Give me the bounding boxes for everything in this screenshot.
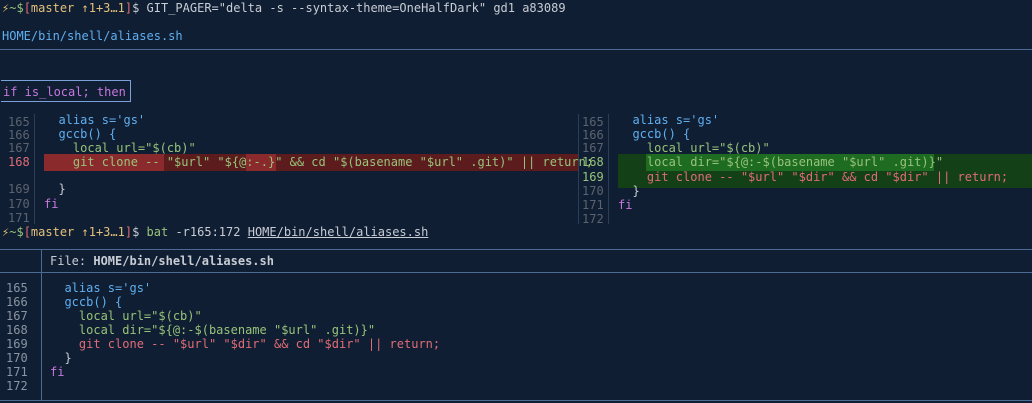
code-text: local url="$(cb)" — [50, 309, 202, 323]
code-text: local dir="${@:-$(basename "$url" .git)}… — [618, 155, 944, 169]
code-text: fi — [44, 197, 59, 211]
bat-file-header: File: HOME/bin/shell/aliases.sh — [50, 253, 274, 270]
code-text: gccb() { — [618, 127, 691, 141]
prompt-path: ~$ — [9, 225, 24, 239]
code-text: gccb() { — [50, 295, 123, 309]
code-text: git clone -- "$url" "$dir" && cd "$dir" … — [618, 170, 1009, 184]
command-name: bat — [146, 225, 169, 239]
code-text: fi — [618, 198, 633, 212]
branch-close-bracket: ] — [124, 225, 133, 239]
line-number: 172 — [6, 379, 28, 393]
prompt-path: ~$ — [9, 1, 24, 15]
bat-header-rule — [0, 272, 1032, 273]
code-text: git clone -- "$url" "$dir" && cd "$dir" … — [50, 337, 441, 351]
branch-open-bracket: [ — [23, 225, 31, 239]
code-text: } — [44, 182, 66, 196]
code-line: fi — [618, 197, 632, 214]
code-text: alias s='gs' — [618, 113, 720, 127]
code-text: local url="$(cb)" — [618, 141, 770, 155]
line-number: 168 — [8, 155, 30, 169]
bat-file-label: File: — [50, 254, 87, 268]
bat-bottom-rule — [0, 400, 1032, 401]
code-line-added: git clone -- "$url" "$dir" && cd "$dir" … — [618, 169, 1008, 186]
code-text: git clone -- "$url" "${@:-.}" && cd "$(b… — [44, 155, 594, 169]
prompt-dollar: $ — [132, 1, 147, 15]
shell-command: GIT_PAGER="delta -s --syntax-theme=OneHa… — [146, 1, 566, 15]
command-file-arg: HOME/bin/shell/aliases.sh — [247, 225, 429, 239]
file-header-rule — [0, 49, 1032, 50]
bat-top-rule — [0, 249, 1032, 250]
command-args: -r165:172 — [175, 225, 241, 239]
bat-file-name: HOME/bin/shell/aliases.sh — [93, 254, 274, 268]
prompt-dollar: $ — [132, 225, 147, 239]
code-text: local url="$(cb)" — [44, 141, 196, 155]
git-branch-status: master ↑1+3…1 — [30, 225, 125, 239]
line-number: 172 — [582, 212, 604, 226]
code-text: alias s='gs' — [50, 281, 152, 295]
branch-open-bracket: [ — [23, 1, 31, 15]
code-text: } — [618, 184, 640, 198]
code-text: fi — [50, 365, 65, 379]
git-branch-status: master ↑1+3…1 — [30, 1, 125, 15]
code-text: } — [50, 351, 72, 365]
hunk-header: if is_local; then — [1, 80, 131, 102]
code-text: local dir="${@:-$(basename "$url" .git)}… — [50, 323, 376, 337]
branch-close-bracket: ] — [124, 1, 133, 15]
code-line: fi — [44, 196, 58, 213]
code-line-deleted: git clone -- "$url" "${@:-.}" && cd "$(b… — [44, 154, 593, 171]
shell-prompt-1: ⚡~$[master ↑1+3…1]$ GIT_PAGER="delta -s … — [2, 0, 566, 17]
hunk-header-text: if is_local; then — [3, 85, 126, 99]
code-line: fi — [50, 364, 64, 381]
delta-file-header: HOME/bin/shell/aliases.sh — [2, 29, 183, 43]
code-text: alias s='gs' — [44, 113, 146, 127]
code-text: gccb() { — [44, 127, 117, 141]
code-line: git clone -- "$url" "$dir" && cd "$dir" … — [50, 336, 440, 353]
shell-prompt-2: ⚡~$[master ↑1+3…1]$ bat -r165:172 HOME/b… — [2, 224, 428, 241]
